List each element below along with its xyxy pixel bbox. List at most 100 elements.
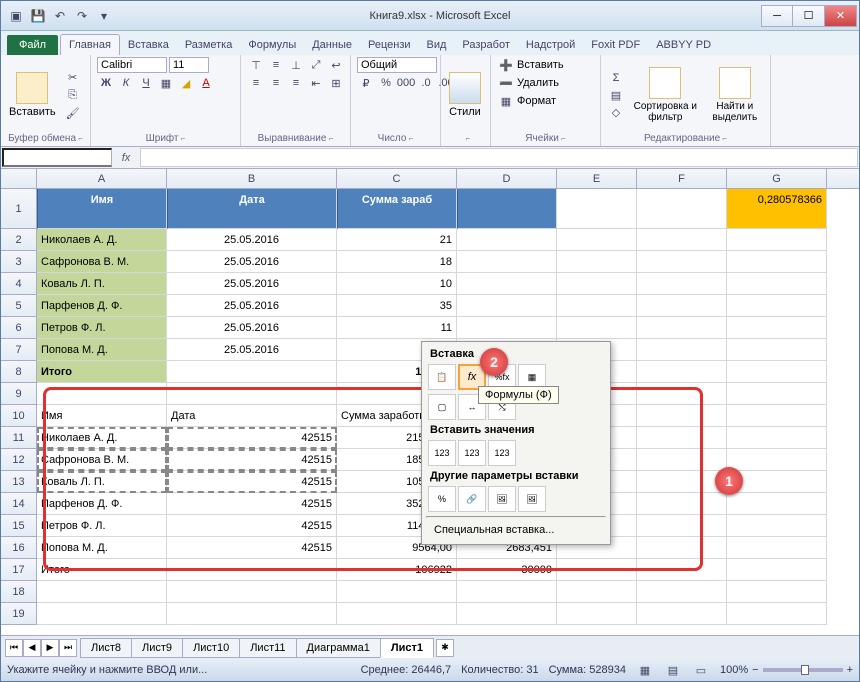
row-header[interactable]: 1: [1, 189, 37, 229]
cell[interactable]: [637, 273, 727, 295]
row-header[interactable]: 10: [1, 405, 37, 427]
zoom-slider[interactable]: [763, 668, 843, 672]
italic-icon[interactable]: К: [117, 75, 135, 91]
cell[interactable]: 25.05.2016: [167, 295, 337, 317]
tab-review[interactable]: Рецензи: [360, 35, 419, 55]
cell[interactable]: [637, 405, 727, 427]
cell[interactable]: Итого: [37, 559, 167, 581]
cell[interactable]: 21: [337, 229, 457, 251]
cell[interactable]: 42515: [167, 427, 337, 449]
paste-values-numfmt-icon[interactable]: 123: [458, 440, 486, 466]
cut-icon[interactable]: ✂: [64, 69, 82, 85]
cell[interactable]: [637, 493, 727, 515]
cell[interactable]: [637, 361, 727, 383]
cell[interactable]: 11: [337, 317, 457, 339]
undo-icon[interactable]: ↶: [51, 7, 69, 25]
cell[interactable]: [637, 427, 727, 449]
fx-button[interactable]: fx: [113, 147, 139, 168]
cell[interactable]: [637, 559, 727, 581]
cell[interactable]: 25.05.2016: [167, 339, 337, 361]
cell[interactable]: 25.05.2016: [167, 317, 337, 339]
view-layout-icon[interactable]: ▤: [664, 662, 682, 678]
align-middle-icon[interactable]: ≡: [267, 57, 285, 73]
spreadsheet-grid[interactable]: A B C D E F G 1ИмяДатаСумма зараб0,28057…: [1, 169, 859, 635]
cell[interactable]: Парфенов Д. Ф.: [37, 295, 167, 317]
cell[interactable]: [727, 295, 827, 317]
find-select-button[interactable]: Найти и выделить: [706, 65, 764, 125]
row-header[interactable]: 5: [1, 295, 37, 317]
indent-dec-icon[interactable]: ⇤: [307, 75, 325, 91]
cell[interactable]: [37, 603, 167, 625]
percent-icon[interactable]: %: [377, 75, 395, 91]
cell[interactable]: [457, 603, 557, 625]
row-header[interactable]: 6: [1, 317, 37, 339]
cell[interactable]: Имя: [37, 405, 167, 427]
cell[interactable]: 42515: [167, 449, 337, 471]
cell[interactable]: [727, 361, 827, 383]
cell[interactable]: [457, 229, 557, 251]
col-header[interactable]: G: [727, 169, 827, 188]
sheet-tab[interactable]: Лист8: [80, 638, 132, 658]
orientation-icon[interactable]: ⤢: [307, 57, 325, 73]
align-right-icon[interactable]: ≡: [287, 75, 305, 91]
underline-icon[interactable]: Ч: [137, 75, 155, 91]
styles-button[interactable]: Стили: [447, 70, 483, 120]
cell[interactable]: [557, 189, 637, 229]
cell[interactable]: 42515: [167, 515, 337, 537]
cell[interactable]: [557, 273, 637, 295]
fill-icon[interactable]: ▤: [607, 87, 625, 103]
cell[interactable]: 25.05.2016: [167, 251, 337, 273]
col-header[interactable]: E: [557, 169, 637, 188]
row-header[interactable]: 16: [1, 537, 37, 559]
font-name-combo[interactable]: [97, 57, 167, 73]
qat-more-icon[interactable]: ▾: [95, 7, 113, 25]
cell[interactable]: Петров Ф. Л.: [37, 515, 167, 537]
border-icon[interactable]: ▦: [157, 75, 175, 91]
paste-special-item[interactable]: Специальная вставка...: [426, 520, 606, 540]
tab-addins[interactable]: Надстрой: [518, 35, 583, 55]
align-left-icon[interactable]: ≡: [247, 75, 265, 91]
cell[interactable]: [167, 603, 337, 625]
insert-cells-icon[interactable]: ➕: [497, 57, 515, 73]
cell[interactable]: Итого: [37, 361, 167, 383]
cell[interactable]: [457, 189, 557, 229]
cell[interactable]: 25.05.2016: [167, 229, 337, 251]
cell[interactable]: [637, 471, 727, 493]
row-header[interactable]: 17: [1, 559, 37, 581]
tab-home[interactable]: Главная: [60, 34, 120, 55]
sheet-nav-prev[interactable]: ◀: [23, 639, 41, 657]
cell[interactable]: [37, 383, 167, 405]
cell[interactable]: 30000: [457, 559, 557, 581]
cell[interactable]: [167, 383, 337, 405]
font-size-combo[interactable]: [169, 57, 209, 73]
cell[interactable]: [727, 251, 827, 273]
cell[interactable]: [637, 229, 727, 251]
paste-picture-icon[interactable]: 🖼: [488, 486, 516, 512]
bold-icon[interactable]: Ж: [97, 75, 115, 91]
cell[interactable]: [167, 361, 337, 383]
cell[interactable]: Сафронова В. М.: [37, 251, 167, 273]
currency-icon[interactable]: ₽: [357, 75, 375, 91]
sheet-tab[interactable]: Лист9: [131, 638, 183, 658]
cell[interactable]: [637, 383, 727, 405]
sheet-nav-last[interactable]: ⏭: [59, 639, 77, 657]
cell[interactable]: 42515: [167, 537, 337, 559]
cell[interactable]: Коваль Л. П.: [37, 471, 167, 493]
cell[interactable]: [557, 603, 637, 625]
sort-filter-button[interactable]: Сортировка и фильтр: [631, 65, 700, 125]
row-header[interactable]: 18: [1, 581, 37, 603]
cell[interactable]: 0,280578366: [727, 189, 827, 229]
paste-all-icon[interactable]: 📋: [428, 364, 456, 390]
cell[interactable]: [637, 603, 727, 625]
row-header[interactable]: 3: [1, 251, 37, 273]
cell[interactable]: [637, 537, 727, 559]
tab-layout[interactable]: Разметка: [177, 35, 241, 55]
cell[interactable]: [557, 581, 637, 603]
sheet-tab[interactable]: Лист10: [182, 638, 240, 658]
cell[interactable]: [727, 581, 827, 603]
cell[interactable]: [457, 581, 557, 603]
format-cells-label[interactable]: Формат: [517, 95, 556, 107]
col-header[interactable]: A: [37, 169, 167, 188]
select-all-corner[interactable]: [1, 169, 37, 188]
cell[interactable]: 25.05.2016: [167, 273, 337, 295]
